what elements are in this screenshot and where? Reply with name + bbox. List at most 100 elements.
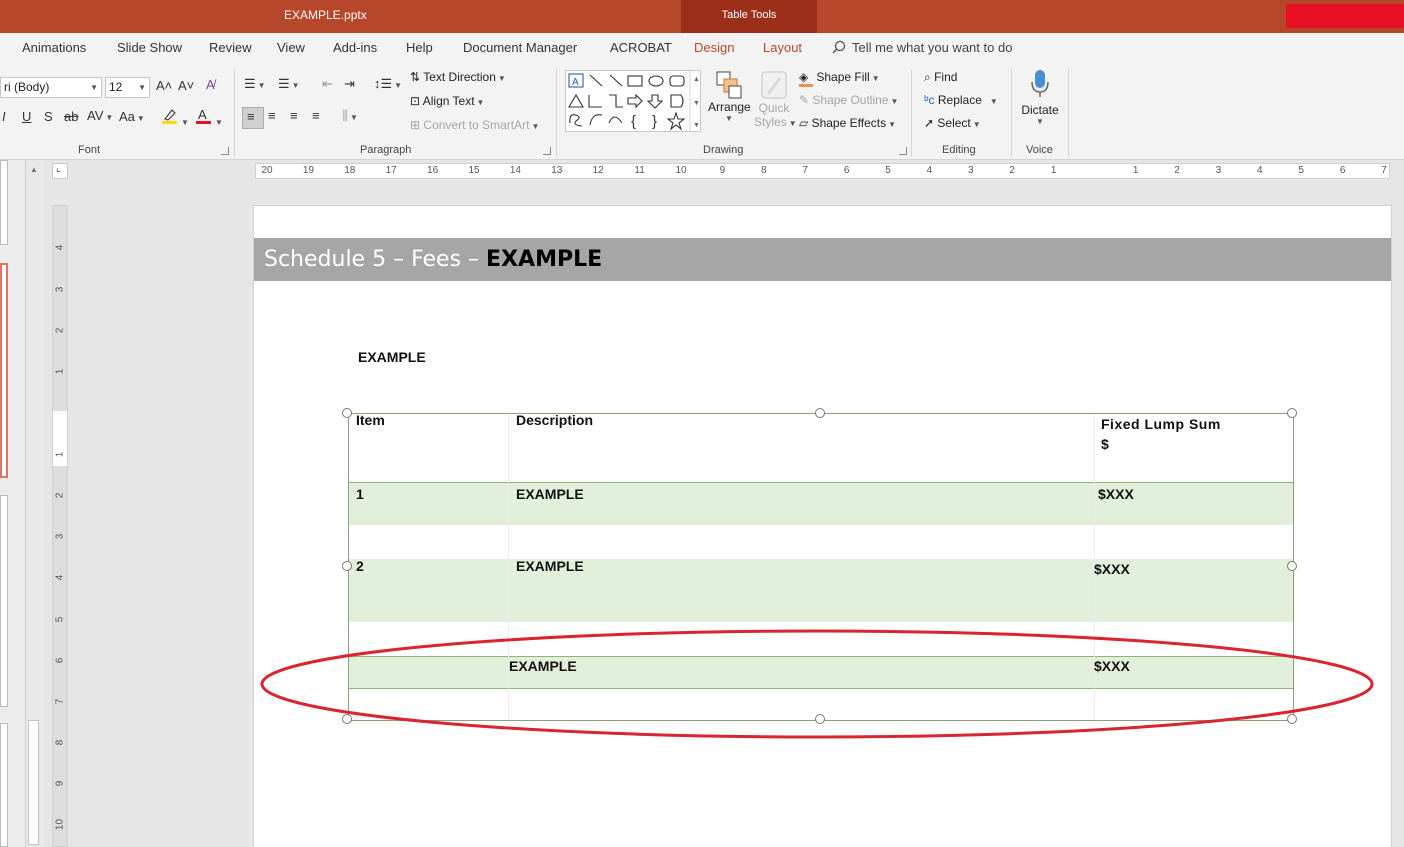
resize-handle[interactable]	[342, 714, 352, 724]
row-1-item[interactable]: 1	[356, 486, 364, 502]
quick-styles-button[interactable]: Quick Styles ▼	[754, 70, 797, 129]
drawing-dialog-launcher-icon[interactable]	[899, 147, 907, 155]
vertical-ruler[interactable]: 4 3 2 1 1 2 3 4 5 6 7 8 9 10	[52, 205, 68, 847]
scroll-up-icon[interactable]: ▲	[30, 165, 38, 174]
thumbnail-scrollbar[interactable]: ▲	[25, 160, 41, 847]
shape-outline-button[interactable]: ✎ Shape Outline ▼	[799, 93, 898, 107]
group-separator	[234, 69, 235, 157]
ruler-number: 6	[54, 657, 66, 664]
resize-handle[interactable]	[342, 408, 352, 418]
row-2-amount[interactable]: $XXX	[1094, 561, 1130, 577]
line-spacing-icon[interactable]: ↕☰ ▼	[374, 76, 402, 92]
row-3-amount[interactable]: $XXX	[1094, 658, 1130, 674]
font-size-box[interactable]: 12 ▼	[105, 77, 150, 98]
align-left-button[interactable]: ≡	[242, 107, 264, 129]
table-row[interactable]	[349, 482, 1293, 525]
font-name-box[interactable]: ri (Body) ▼	[0, 77, 102, 98]
dictate-button[interactable]: Dictate ▼	[1018, 68, 1062, 126]
select-button[interactable]: ➚ Select ▼	[924, 116, 981, 130]
tab-stop-icon: ⌞	[56, 163, 61, 174]
ruler-number: 7	[54, 698, 66, 705]
decrease-indent-icon[interactable]: ⇤	[322, 76, 333, 92]
table-row[interactable]	[349, 559, 1293, 622]
convert-smartart-button[interactable]: ⊞ Convert to SmartArt ▼	[410, 118, 539, 132]
bullets-icon[interactable]: ☰ ▼	[244, 76, 266, 92]
columns-icon[interactable]: ⫼ ▼	[342, 108, 358, 124]
slide-text-label[interactable]: EXAMPLE	[358, 349, 426, 365]
slide-thumbnail[interactable]	[0, 495, 8, 707]
tab-layout[interactable]: Layout	[763, 40, 802, 55]
tab-document-manager[interactable]: Document Manager	[463, 40, 577, 55]
svg-text:▼: ▼	[693, 100, 700, 107]
row-1-description[interactable]: EXAMPLE	[516, 486, 584, 502]
resize-handle[interactable]	[1287, 714, 1297, 724]
character-spacing-icon[interactable]: AV ▼	[87, 108, 113, 123]
clear-formatting-icon[interactable]: A̸	[206, 77, 215, 92]
paragraph-dialog-launcher-icon[interactable]	[543, 147, 551, 155]
slide-thumbnail[interactable]	[0, 723, 8, 847]
shapes-gallery[interactable]: A { } ▲ ▼ ▼	[565, 70, 701, 132]
numbering-icon[interactable]: ☰ ▼	[278, 76, 300, 92]
ruler-number: 5	[54, 616, 66, 623]
italic-icon[interactable]: I	[2, 109, 6, 124]
shape-effects-button[interactable]: ▱ Shape Effects ▼	[799, 116, 896, 130]
header-fixed-lump-sum[interactable]: Fixed Lump Sum	[1101, 416, 1221, 432]
resize-handle[interactable]	[815, 408, 825, 418]
chevron-down-icon: ▼	[138, 83, 146, 92]
decrease-font-icon[interactable]: A˅	[178, 78, 194, 93]
font-dialog-launcher-icon[interactable]	[221, 147, 229, 155]
tab-view[interactable]: View	[277, 40, 305, 55]
resize-handle[interactable]	[1287, 408, 1297, 418]
svg-text:▼: ▼	[693, 122, 700, 129]
fees-table[interactable]: Item Description Fixed Lump Sum $ 1 EXAM…	[348, 412, 1294, 721]
find-button[interactable]: ⌕ Find	[924, 70, 957, 85]
highlight-icon[interactable]: ▼	[161, 107, 189, 128]
align-text-icon: ⊡	[410, 94, 421, 108]
header-currency[interactable]: $	[1101, 436, 1109, 452]
shape-fill-button[interactable]: ◈ Shape Fill ▼	[799, 70, 880, 87]
ruler-number: 4	[1257, 165, 1263, 176]
replace-icon: ᵇc	[924, 93, 935, 107]
align-center-icon[interactable]: ≡	[268, 108, 276, 123]
resize-handle[interactable]	[1287, 561, 1297, 571]
header-description[interactable]: Description	[516, 412, 593, 428]
shadow-icon[interactable]: S	[44, 109, 53, 124]
table-row[interactable]	[349, 656, 1293, 689]
font-color-icon[interactable]: A ▼	[195, 107, 223, 128]
align-right-icon[interactable]: ≡	[290, 108, 298, 123]
slide-title-band[interactable]: Schedule 5 – Fees – EXAMPLE	[254, 238, 1391, 281]
ruler-tab-selector[interactable]: ⌞	[52, 163, 68, 179]
column-divider	[508, 414, 509, 720]
justify-icon[interactable]: ≡	[312, 108, 320, 123]
change-case-icon[interactable]: Aa ▼	[119, 109, 145, 124]
tab-slide-show[interactable]: Slide Show	[117, 40, 182, 55]
row-2-item[interactable]: 2	[356, 558, 364, 574]
increase-font-icon[interactable]: A˄	[156, 78, 172, 93]
tab-add-ins[interactable]: Add-ins	[333, 40, 377, 55]
tab-animations[interactable]: Animations	[22, 40, 86, 55]
row-2-description[interactable]: EXAMPLE	[516, 558, 584, 574]
underline-icon[interactable]: U	[22, 109, 31, 124]
ruler-number: 2	[1009, 165, 1015, 176]
increase-indent-icon[interactable]: ⇥	[344, 76, 355, 92]
slide-canvas[interactable]: Schedule 5 – Fees – EXAMPLE EXAMPLE Item…	[253, 205, 1392, 847]
slide-thumbnail[interactable]	[0, 160, 8, 245]
tab-help[interactable]: Help	[406, 40, 433, 55]
row-3-description[interactable]: EXAMPLE	[509, 658, 577, 674]
slide-thumbnail-active[interactable]	[0, 263, 8, 478]
tab-acrobat[interactable]: ACROBAT	[610, 40, 672, 55]
align-text-button[interactable]: ⊡ Align Text ▼	[410, 94, 484, 108]
replace-button[interactable]: ᵇc Replace ▼	[924, 93, 998, 107]
tab-review[interactable]: Review	[209, 40, 252, 55]
text-direction-button[interactable]: ⇅ Text Direction ▼	[410, 70, 506, 84]
row-1-amount[interactable]: $XXX	[1098, 486, 1134, 502]
tab-design[interactable]: Design	[694, 40, 734, 55]
resize-handle[interactable]	[815, 714, 825, 724]
scrollbar-thumb[interactable]	[28, 720, 39, 845]
resize-handle[interactable]	[342, 561, 352, 571]
horizontal-ruler[interactable]: 20 19 18 17 16 15 14 13 12 11 10 9 8 7 6 5 4 3 2 1 1 2 3 4 5 6 7	[255, 163, 1390, 179]
arrange-button[interactable]: Arrange ▼	[708, 70, 751, 123]
strikethrough-icon[interactable]: ab	[64, 109, 78, 124]
header-item[interactable]: Item	[356, 412, 385, 428]
tell-me-search[interactable]: Tell me what you want to do	[832, 40, 1012, 55]
